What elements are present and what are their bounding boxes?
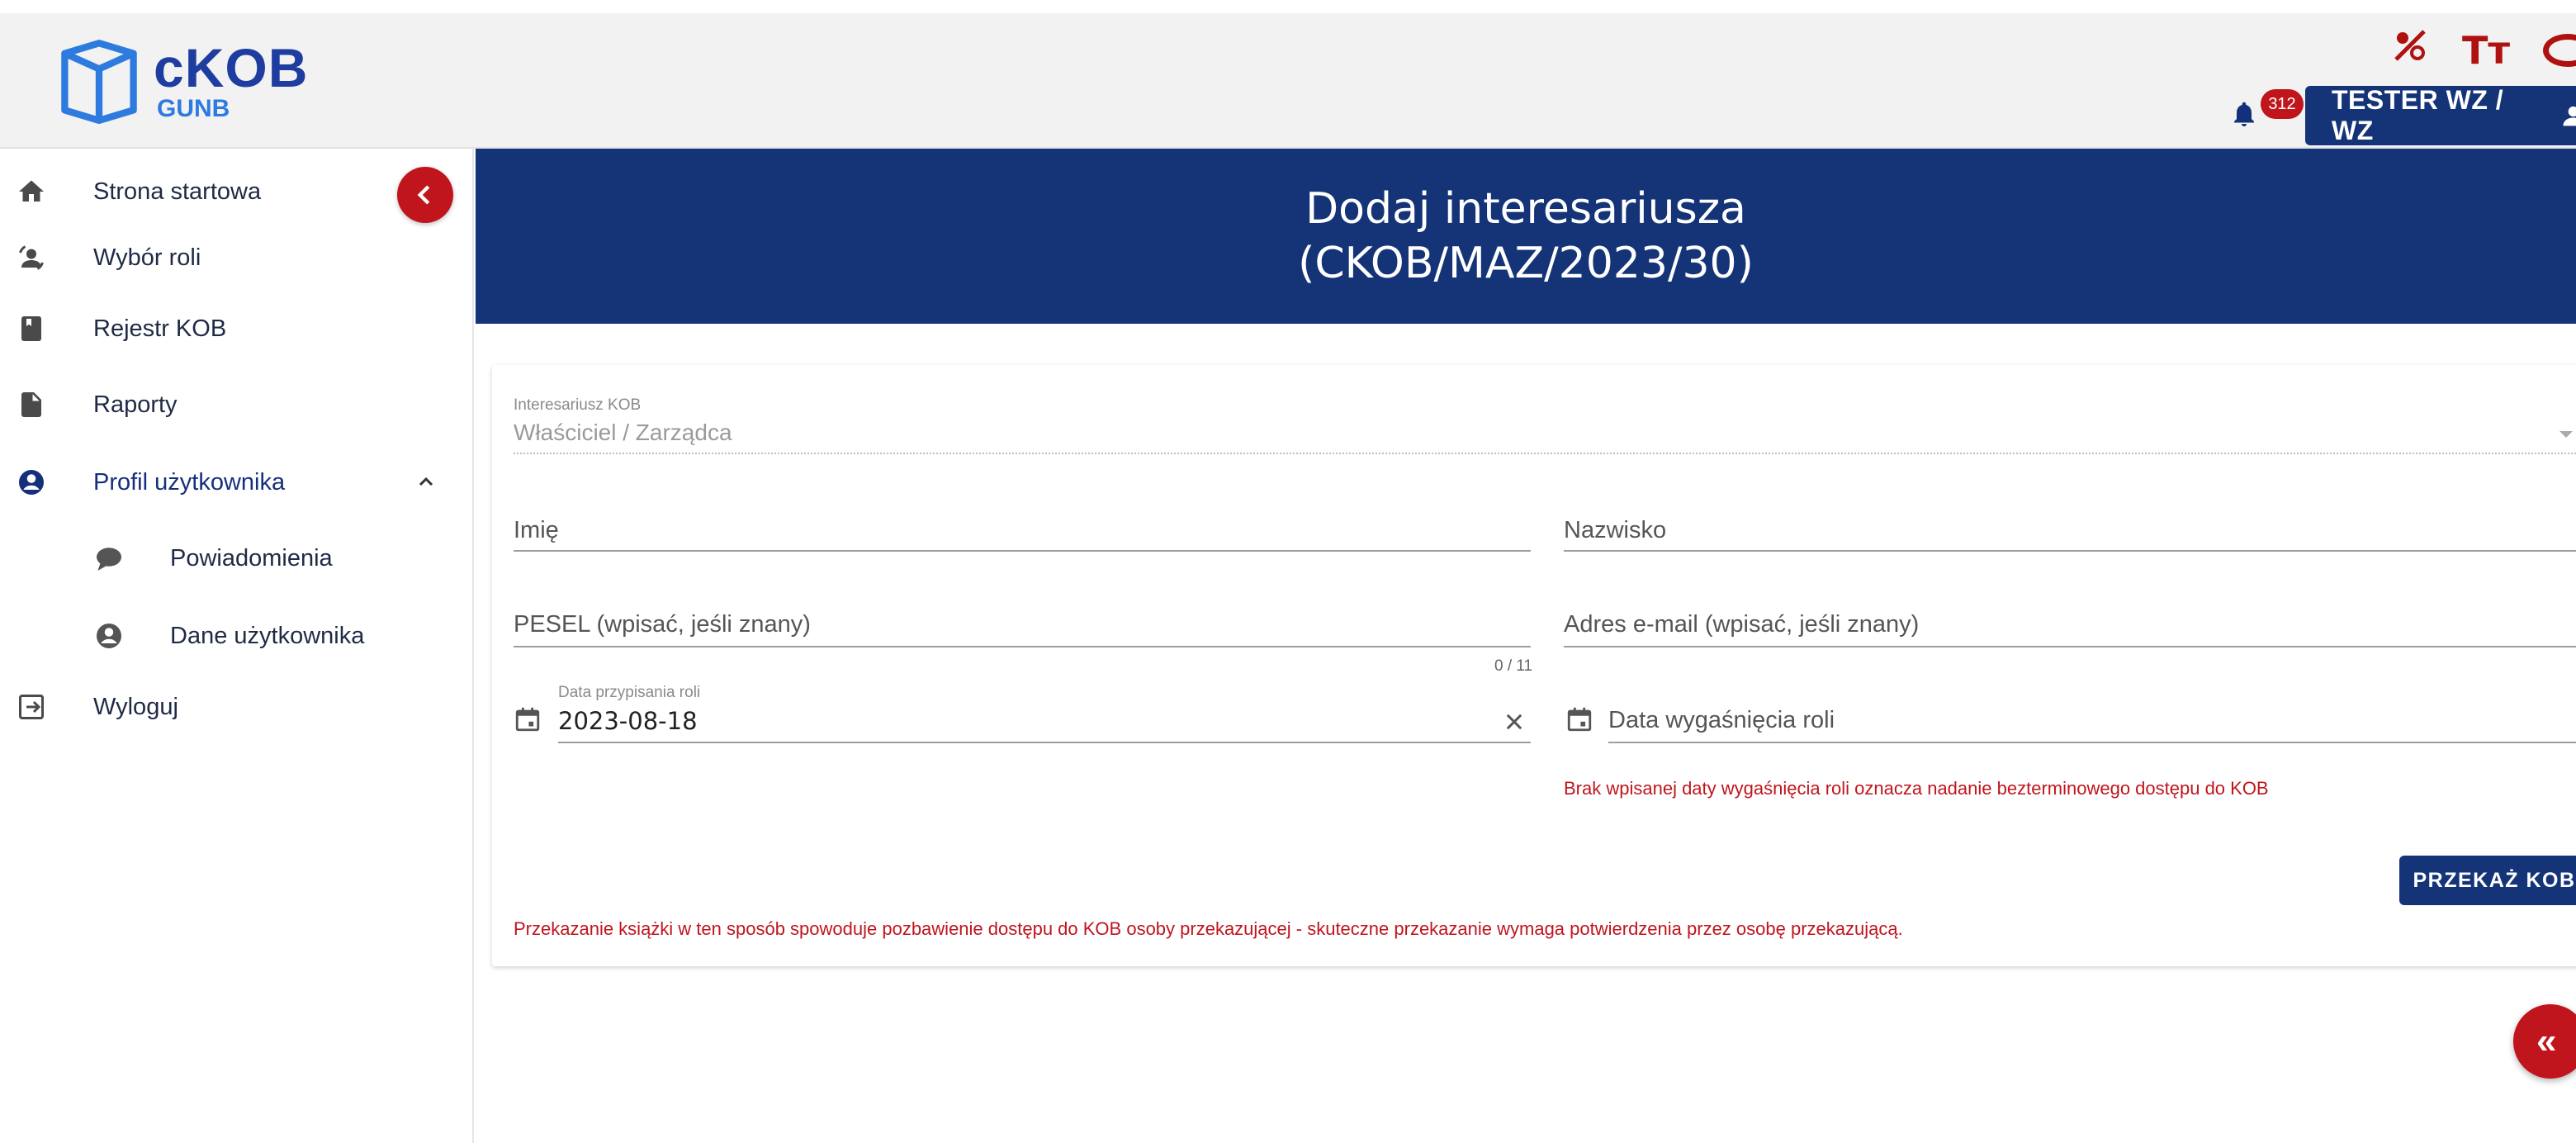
sidebar-item-profile[interactable]: Profil użytkownika (0, 458, 474, 507)
logout-icon (19, 695, 44, 719)
stakeholder-select[interactable]: Właściciel / Zarządca (514, 420, 732, 446)
book-icon (21, 316, 41, 341)
assign-date-label: Data przypisania roli (558, 684, 701, 701)
sidebar-item-reports[interactable]: Raporty (0, 380, 474, 429)
logo-title: cKOB (154, 37, 309, 98)
sidebar-item-label: Wybór roli (93, 244, 201, 271)
sidebar-item-label: Strona startowa (93, 178, 262, 205)
top-header: cKOB GUNB Tт 312 TESTER WZ / WZ (0, 13, 2576, 149)
user-menu-button[interactable]: TESTER WZ / WZ (2305, 85, 2576, 145)
user-icon (2563, 106, 2576, 126)
bell-icon[interactable] (2229, 97, 2259, 130)
pesel-underline (514, 646, 1531, 647)
sidebar-item-user-data[interactable]: Dane użytkownika (0, 611, 474, 661)
last-name-field[interactable]: Nazwisko (1564, 517, 1666, 544)
sidebar-item-label: Powiadomienia (170, 544, 333, 572)
calendar-icon[interactable] (1565, 705, 1593, 733)
first-name-underline (514, 550, 1531, 552)
page-title-banner: Dodaj interesariusza (CKOB/MAZ/2023/30) (476, 149, 2576, 324)
calendar-icon[interactable] (514, 705, 542, 733)
home-icon (19, 180, 44, 202)
pesel-char-counter: 0 / 11 (1494, 657, 1533, 675)
first-name-field[interactable]: Imię (514, 517, 559, 544)
collapse-sidebar-button[interactable] (397, 167, 453, 223)
expiry-date-input[interactable]: Data wygaśnięcia roli (1608, 707, 1835, 734)
expiry-date-hint: Brak wpisanej daty wygaśnięcia roli ozna… (1564, 778, 2269, 799)
sidebar-item-label: Wyloguj (93, 693, 178, 720)
transfer-warning: Przekazanie książki w ten sposób spowodu… (514, 918, 1903, 939)
transfer-kob-button[interactable]: PRZEKAŻ KOB (2399, 856, 2576, 905)
assign-date-underline (558, 742, 1531, 743)
pesel-field[interactable]: PESEL (wpisać, jeśli znany) (514, 611, 811, 638)
user-label: TESTER WZ / WZ (2332, 85, 2504, 145)
app-logo[interactable]: cKOB GUNB (56, 31, 308, 130)
sidebar-item-notifications[interactable]: Powiadomienia (0, 534, 474, 583)
stakeholder-select-underline (514, 453, 2576, 454)
page-subtitle: (CKOB/MAZ/2023/30) (1298, 239, 1754, 288)
expiry-date-underline (1608, 742, 2576, 743)
sidebar-item-registry[interactable]: Rejestr KOB (0, 304, 474, 353)
document-icon (21, 392, 41, 417)
account-circle-icon (19, 470, 44, 495)
contrast-icon[interactable] (2391, 26, 2429, 74)
stakeholder-select-label: Interesariusz KOB (514, 396, 642, 414)
chevron-left-icon (417, 185, 430, 205)
sidebar-item-label: Rejestr KOB (93, 315, 227, 342)
logo-subtitle: GUNB (157, 95, 230, 122)
accessibility-toolbar: Tт (2391, 21, 2576, 79)
email-field[interactable]: Adres e-mail (wpisać, jeśli znany) (1564, 611, 1919, 638)
chat-bubble-icon (97, 548, 121, 571)
text-size-icon[interactable]: Tт (2462, 28, 2510, 73)
last-name-underline (1564, 550, 2576, 552)
sidebar-item-role[interactable]: Wybór roli (0, 233, 474, 282)
sidebar-item-label: Profil użytkownika (93, 468, 286, 496)
page-title: Dodaj interesariusza (1305, 184, 1746, 234)
role-switch-icon (19, 245, 44, 270)
sidebar-item-logout[interactable]: Wyloguj (0, 682, 474, 732)
dropdown-arrow-icon[interactable] (2556, 426, 2576, 443)
notification-badge: 312 (2261, 89, 2304, 119)
sidebar-item-label: Dane użytkownika (170, 622, 365, 649)
logo-book-icon (61, 40, 137, 124)
sidebar: Strona startowa Wybór roli Rejestr KOB R… (0, 149, 474, 1143)
stakeholder-form-card (492, 365, 2576, 966)
assign-date-input[interactable]: 2023-08-18 (558, 707, 698, 735)
eye-icon[interactable] (2543, 31, 2576, 70)
chevron-up-icon[interactable] (416, 472, 436, 492)
email-underline (1564, 646, 2576, 647)
sidebar-item-label: Raporty (93, 391, 178, 418)
account-circle-icon (97, 624, 121, 648)
collapse-panel-button[interactable]: « (2513, 1004, 2576, 1079)
clear-icon[interactable] (1503, 710, 1526, 733)
